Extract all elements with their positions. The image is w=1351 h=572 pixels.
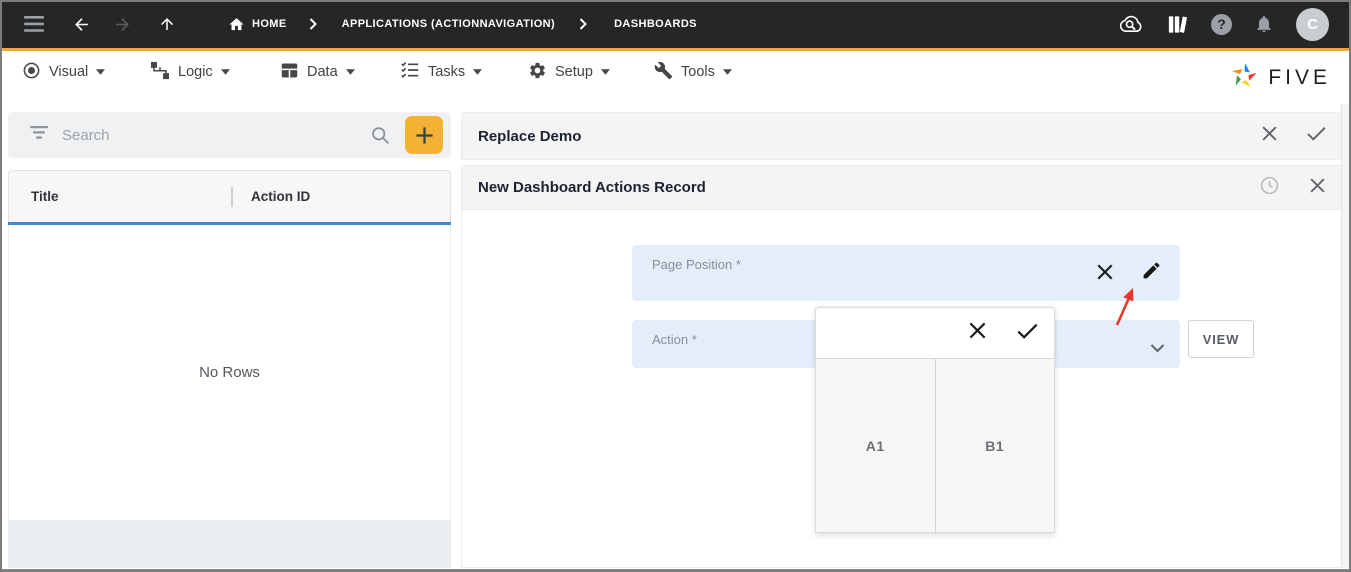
- action-label: Action *: [652, 332, 697, 347]
- filter-icon[interactable]: [30, 126, 49, 144]
- menu-logic-label: Logic: [178, 64, 213, 80]
- position-cell-a1[interactable]: A1: [816, 359, 935, 532]
- breadcrumb-separator-icon: [579, 18, 588, 30]
- breadcrumb-applications[interactable]: APPLICATIONS (ACTIONNAVIGATION): [342, 18, 555, 30]
- record-title: New Dashboard Actions Record: [478, 179, 706, 196]
- picker-confirm-icon[interactable]: [1017, 323, 1038, 344]
- picker-cancel-icon[interactable]: [968, 321, 987, 345]
- brand-logo: FIVE: [1229, 57, 1331, 99]
- logic-icon: [150, 61, 170, 84]
- position-picker-toolbar: [815, 307, 1055, 359]
- empty-state-message: No Rows: [199, 364, 260, 381]
- clear-page-position-icon[interactable]: [1096, 263, 1114, 286]
- breadcrumb-home-label: HOME: [252, 18, 287, 30]
- page-title: Replace Demo: [478, 128, 581, 145]
- menu-visual[interactable]: Visual: [22, 51, 105, 93]
- menu-setup[interactable]: Setup: [528, 51, 610, 93]
- appbar-actions: ? C: [1117, 8, 1351, 41]
- menu-data[interactable]: Data: [280, 51, 355, 93]
- five-pinwheel-icon: [1229, 61, 1259, 96]
- chevron-down-icon[interactable]: [1150, 340, 1165, 358]
- home-icon: [228, 16, 245, 33]
- menu-visual-label: Visual: [49, 64, 88, 80]
- caret-down-icon: [723, 69, 732, 75]
- up-arrow-icon[interactable]: [158, 15, 176, 33]
- menu-tools[interactable]: Tools: [654, 51, 732, 93]
- confirm-check-icon[interactable]: [1307, 126, 1326, 146]
- notifications-bell-icon[interactable]: [1254, 14, 1274, 34]
- tasks-icon: [400, 61, 420, 83]
- library-books-icon[interactable]: [1166, 13, 1189, 36]
- app-window: HOME APPLICATIONS (ACTIONNAVIGATION) DAS…: [0, 0, 1351, 572]
- data-icon: [280, 62, 299, 83]
- setup-gear-icon: [528, 61, 547, 84]
- breadcrumb-home[interactable]: HOME: [228, 16, 287, 33]
- help-icon[interactable]: ?: [1211, 14, 1232, 35]
- position-cell-b1[interactable]: B1: [936, 359, 1055, 532]
- page-position-label: Page Position *: [652, 257, 741, 272]
- column-divider: [231, 187, 233, 207]
- user-avatar[interactable]: C: [1296, 8, 1329, 41]
- record-form-header: New Dashboard Actions Record: [461, 165, 1343, 210]
- caret-down-icon: [346, 69, 355, 75]
- breadcrumb-dashboards[interactable]: DASHBOARDS: [614, 18, 697, 30]
- view-button[interactable]: VIEW: [1188, 320, 1254, 358]
- add-record-button[interactable]: [405, 116, 443, 154]
- back-arrow-icon[interactable]: [72, 15, 91, 34]
- search-icon[interactable]: [370, 125, 391, 151]
- column-header-action-id[interactable]: Action ID: [251, 189, 310, 204]
- search-bar: [8, 112, 451, 158]
- grid-footer: [8, 520, 451, 568]
- cloud-search-icon[interactable]: [1117, 14, 1144, 35]
- search-input[interactable]: [62, 127, 332, 144]
- column-header-title[interactable]: Title: [31, 189, 59, 204]
- caret-down-icon: [601, 69, 610, 75]
- history-clock-icon[interactable]: [1259, 175, 1280, 201]
- position-picker-grid: A1 B1: [815, 359, 1055, 533]
- scrollbar-track[interactable]: [1341, 104, 1349, 568]
- page-position-field[interactable]: Page Position *: [632, 245, 1180, 301]
- caret-down-icon: [221, 69, 230, 75]
- brand-wordmark: FIVE: [1268, 66, 1331, 90]
- menu-tools-label: Tools: [681, 64, 715, 80]
- menu-logic[interactable]: Logic: [150, 51, 230, 93]
- grid-body: No Rows: [8, 225, 451, 520]
- cancel-icon[interactable]: [1261, 125, 1278, 147]
- menu-data-label: Data: [307, 64, 338, 80]
- hamburger-menu-icon[interactable]: [24, 16, 44, 32]
- menu-tasks[interactable]: Tasks: [400, 51, 482, 93]
- actions-grid: Title Action ID No Rows: [8, 170, 451, 568]
- top-app-bar: HOME APPLICATIONS (ACTIONNAVIGATION) DAS…: [0, 0, 1351, 48]
- menu-setup-label: Setup: [555, 64, 593, 80]
- visual-icon: [22, 61, 41, 84]
- menu-tasks-label: Tasks: [428, 64, 465, 80]
- main-menu-bar: Visual Logic Data Tasks Setup Tools: [0, 51, 1351, 104]
- grid-header: Title Action ID: [8, 170, 451, 222]
- caret-down-icon: [473, 69, 482, 75]
- accent-divider: [0, 48, 1351, 51]
- edit-pencil-icon[interactable]: [1141, 260, 1162, 286]
- tools-wrench-icon: [654, 61, 673, 84]
- replace-demo-header: Replace Demo: [461, 112, 1343, 160]
- breadcrumb-separator-icon: [309, 18, 318, 30]
- forward-arrow-icon[interactable]: [113, 15, 132, 34]
- close-record-icon[interactable]: [1309, 177, 1326, 199]
- caret-down-icon: [96, 69, 105, 75]
